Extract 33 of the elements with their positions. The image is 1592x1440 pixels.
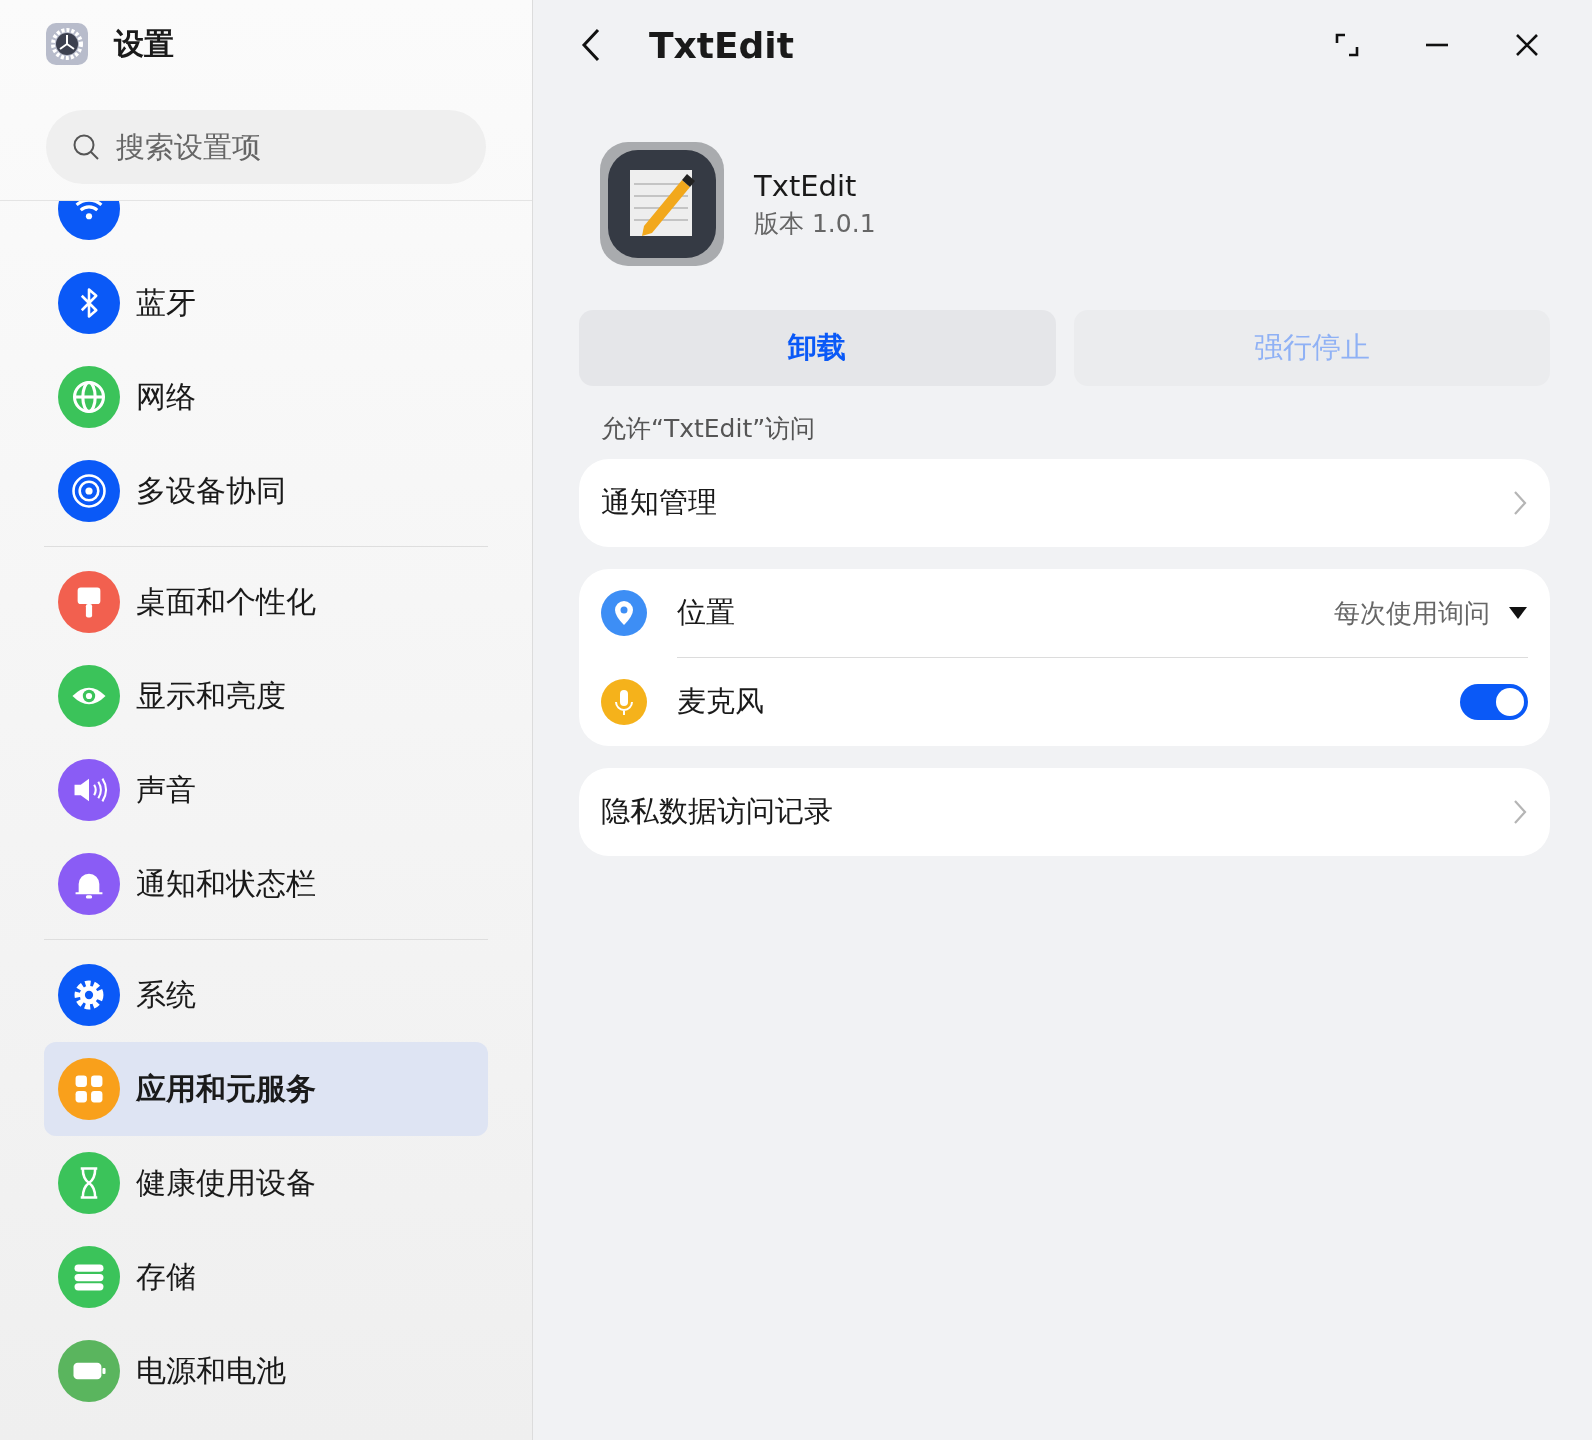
sidebar-item[interactable]: 存储: [44, 1230, 488, 1324]
section-label: 允许“TxtEdit”访问: [600, 413, 817, 445]
sidebar-item[interactable]: 桌面和个性化: [44, 555, 488, 649]
restore-icon[interactable]: [1334, 32, 1360, 58]
sidebar-item[interactable]: 多设备协同: [44, 444, 488, 538]
sidebar-item[interactable]: 电源和电池: [44, 1324, 488, 1418]
setting-label[interactable]: 通知管理: [601, 483, 1482, 523]
search-icon: [72, 133, 100, 161]
action-button[interactable]: 卸载: [579, 310, 1056, 386]
setting-label: 位置: [677, 594, 736, 631]
sidebar-item[interactable]: 网络: [44, 350, 488, 444]
notepad-icon: [600, 142, 724, 266]
app-version: 版本 1.0.1: [754, 207, 876, 240]
setting-label: 麦克风: [677, 683, 765, 720]
close-icon[interactable]: [1514, 32, 1540, 58]
page-title: TxtEdit: [649, 24, 795, 66]
sidebar-item[interactable]: 通知和状态栏: [44, 837, 488, 931]
sidebar-item[interactable]: 声音: [44, 743, 488, 837]
chevron-right-icon: [1512, 489, 1528, 517]
sidebar-item[interactable]: 应用和元服务: [44, 1042, 488, 1136]
search-field[interactable]: 搜索设置项: [46, 110, 486, 184]
gear-icon: [46, 23, 88, 65]
sidebar-item[interactable]: 蓝牙: [44, 256, 488, 350]
location-dropdown[interactable]: 每次使用询问: [1334, 595, 1528, 631]
sidebar-title: 设置: [114, 24, 174, 63]
microphone-toggle[interactable]: [1460, 684, 1528, 720]
sidebar-item[interactable]: 显示和亮度: [44, 649, 488, 743]
sidebar-item[interactable]: 健康使用设备: [44, 1136, 488, 1230]
setting-label[interactable]: 隐私数据访问记录: [601, 792, 1482, 832]
app-name: TxtEdit: [754, 168, 858, 203]
sidebar-item[interactable]: 系统: [44, 948, 488, 1042]
chevron-right-icon: [1512, 798, 1528, 826]
caret-icon: [1508, 606, 1528, 620]
